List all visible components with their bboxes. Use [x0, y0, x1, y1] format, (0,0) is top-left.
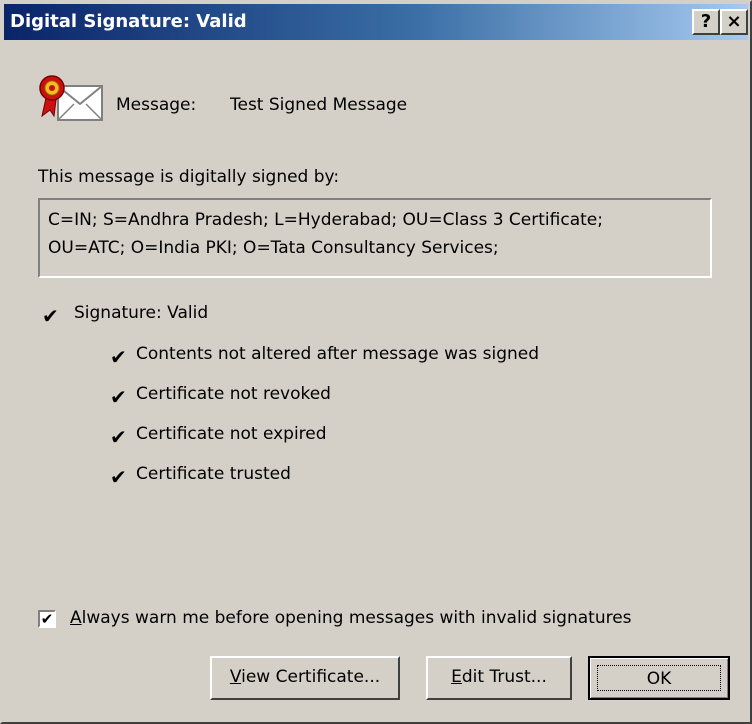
- check-icon: ✔: [110, 465, 127, 489]
- message-label: Message:: [116, 95, 197, 115]
- label-text: lways warn me before opening messages wi…: [81, 608, 632, 628]
- check-icon: ✔: [110, 385, 127, 409]
- view-certificate-button[interactable]: View Certificate...: [210, 656, 400, 700]
- signer-details-box: C=IN; S=Andhra Pradesh; L=Hyderabad; OU=…: [38, 198, 712, 278]
- button-label: dit Trust...: [461, 667, 547, 687]
- edit-trust-button[interactable]: Edit Trust...: [426, 656, 572, 700]
- status-item-contents: Contents not altered after message was s…: [136, 344, 540, 364]
- signer-line-2: OU=ATC; O=India PKI; O=Tata Consultancy …: [48, 238, 499, 258]
- close-button[interactable]: ×: [720, 9, 748, 35]
- signed-envelope-icon: [39, 75, 103, 121]
- check-icon: ✔: [110, 345, 127, 369]
- signed-by-label: This message is digitally signed by:: [38, 167, 340, 187]
- status-item-revoked: Certificate not revoked: [136, 384, 331, 404]
- button-label: iew Certificate...: [241, 667, 381, 687]
- check-icon: ✔: [110, 425, 127, 449]
- message-subject: Test Signed Message: [230, 95, 408, 115]
- window-title: Digital Signature: Valid: [10, 11, 247, 32]
- warn-checkbox[interactable]: ✔: [38, 610, 56, 628]
- warn-checkbox-label[interactable]: Always warn me before opening messages w…: [70, 608, 632, 628]
- ok-button[interactable]: OK: [588, 656, 730, 700]
- accelerator-key: E: [451, 667, 462, 687]
- title-bar[interactable]: Digital Signature: Valid ? ×: [4, 4, 748, 40]
- accelerator-key: A: [70, 608, 82, 628]
- status-item-expired: Certificate not expired: [136, 424, 327, 444]
- check-icon: ✔: [42, 304, 59, 328]
- signer-line-1: C=IN; S=Andhra Pradesh; L=Hyderabad; OU=…: [48, 210, 603, 230]
- help-button[interactable]: ?: [692, 9, 720, 35]
- digital-signature-dialog: Digital Signature: Valid ? × Message: Te…: [0, 0, 752, 724]
- accelerator-key: V: [229, 667, 242, 687]
- signature-status: Signature: Valid: [74, 303, 209, 323]
- status-item-trusted: Certificate trusted: [136, 464, 291, 484]
- ok-button-label: OK: [597, 665, 721, 691]
